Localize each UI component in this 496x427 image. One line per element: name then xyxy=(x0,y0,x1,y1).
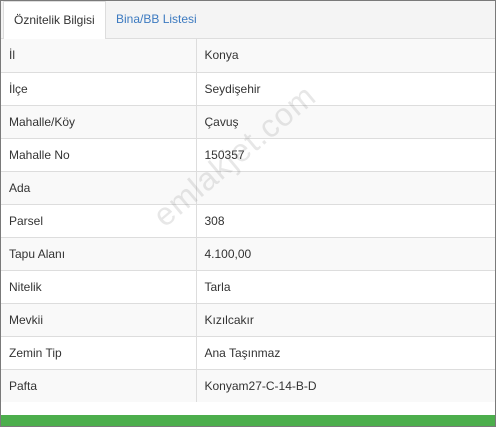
attribute-panel: Öznitelik Bilgisi Bina/BB Listesi İl Kon… xyxy=(0,0,496,427)
attribute-table: İl Konya İlçe Seydişehir Mahalle/Köy Çav… xyxy=(1,39,495,402)
row-value-nitelik: Tarla xyxy=(196,269,495,303)
table-row: Nitelik Tarla xyxy=(1,269,495,303)
table-row: Pafta Konyam27-C-14-B-D xyxy=(1,368,495,402)
tab-building-list[interactable]: Bina/BB Listesi xyxy=(106,1,207,38)
row-value-ada xyxy=(196,170,495,204)
table-row: Mahalle No 150357 xyxy=(1,137,495,171)
row-label-zemin-tip: Zemin Tip xyxy=(1,335,197,369)
row-value-zemin-tip: Ana Taşınmaz xyxy=(196,335,495,369)
table-row: Zemin Tip Ana Taşınmaz xyxy=(1,335,495,369)
row-value-parsel: 308 xyxy=(196,203,495,237)
table-row: Mahalle/Köy Çavuş xyxy=(1,104,495,138)
row-label-mahalle-koy: Mahalle/Köy xyxy=(1,104,197,138)
table-row: Ada xyxy=(1,170,495,204)
row-value-mahalle-no: 150357 xyxy=(196,137,495,171)
row-value-pafta: Konyam27-C-14-B-D xyxy=(196,368,495,402)
row-value-mevkii: Kızılcakır xyxy=(196,302,495,336)
table-row: İl Konya xyxy=(1,39,495,72)
row-label-ilce: İlçe xyxy=(1,71,197,105)
row-label-nitelik: Nitelik xyxy=(1,269,197,303)
row-value-ilce: Seydişehir xyxy=(196,71,495,105)
row-value-il: Konya xyxy=(196,39,495,72)
row-label-ada: Ada xyxy=(1,170,197,204)
row-label-parsel: Parsel xyxy=(1,203,197,237)
row-value-mahalle-koy: Çavuş xyxy=(196,104,495,138)
row-label-mahalle-no: Mahalle No xyxy=(1,137,197,171)
row-label-mevkii: Mevkii xyxy=(1,302,197,336)
tab-attribute-info[interactable]: Öznitelik Bilgisi xyxy=(3,1,106,39)
row-value-tapu-alani: 4.100,00 xyxy=(196,236,495,270)
row-label-pafta: Pafta xyxy=(1,368,197,402)
bottom-status-bar xyxy=(1,415,495,426)
table-row: Parsel 308 xyxy=(1,203,495,237)
row-label-tapu-alani: Tapu Alanı xyxy=(1,236,197,270)
table-row: Tapu Alanı 4.100,00 xyxy=(1,236,495,270)
tab-bar: Öznitelik Bilgisi Bina/BB Listesi xyxy=(1,1,495,39)
table-row: Mevkii Kızılcakır xyxy=(1,302,495,336)
row-label-il: İl xyxy=(1,39,197,72)
table-row: İlçe Seydişehir xyxy=(1,71,495,105)
